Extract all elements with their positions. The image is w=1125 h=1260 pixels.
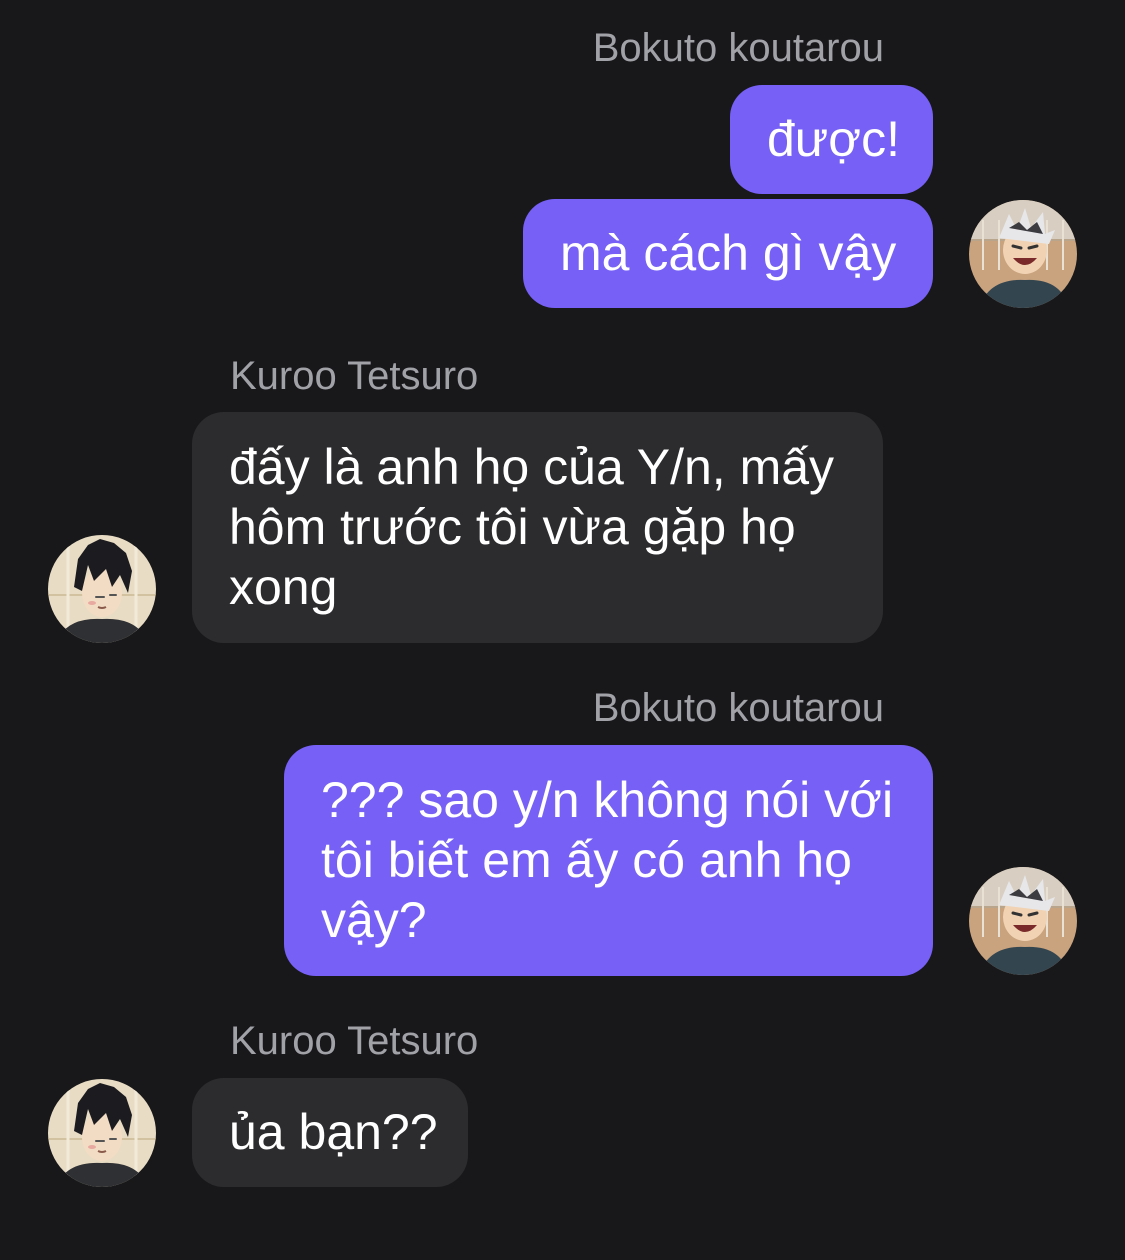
kuroo-avatar-icon[interactable] xyxy=(48,535,156,643)
message-text: ủa bạn?? xyxy=(229,1104,438,1160)
kuroo-avatar-icon[interactable] xyxy=(48,1079,156,1187)
message-text-line: đấy là anh họ của Y/n, mấy xyxy=(229,439,835,495)
sender-name: Bokuto koutarou xyxy=(592,26,884,70)
message-bubble-outgoing[interactable]: được! xyxy=(730,85,933,194)
bokuto-avatar-icon[interactable] xyxy=(969,867,1077,975)
sender-name: Bokuto koutarou xyxy=(592,686,884,730)
message-text-line: tôi biết em ấy có anh họ xyxy=(321,832,852,888)
sender-name: Kuroo Tetsuro xyxy=(230,1019,479,1063)
bokuto-avatar-icon[interactable] xyxy=(969,200,1077,308)
message-text: được! xyxy=(767,111,900,167)
message-bubble-outgoing[interactable]: ??? sao y/n không nói với tôi biết em ấy… xyxy=(284,745,933,976)
message-bubble-incoming[interactable]: đấy là anh họ của Y/n, mấy hôm trước tôi… xyxy=(192,412,883,643)
message-text-line: ??? sao y/n không nói với xyxy=(321,772,894,828)
message-text-line: vậy? xyxy=(321,892,427,948)
message-text: mà cách gì vậy xyxy=(560,225,897,281)
message-text-line: hôm trước tôi vừa gặp họ xyxy=(229,499,796,555)
message-text-line: xong xyxy=(229,559,338,615)
message-bubble-outgoing[interactable]: mà cách gì vậy xyxy=(523,199,933,308)
message-bubble-incoming[interactable]: ủa bạn?? xyxy=(192,1078,468,1187)
sender-name: Kuroo Tetsuro xyxy=(230,354,479,398)
